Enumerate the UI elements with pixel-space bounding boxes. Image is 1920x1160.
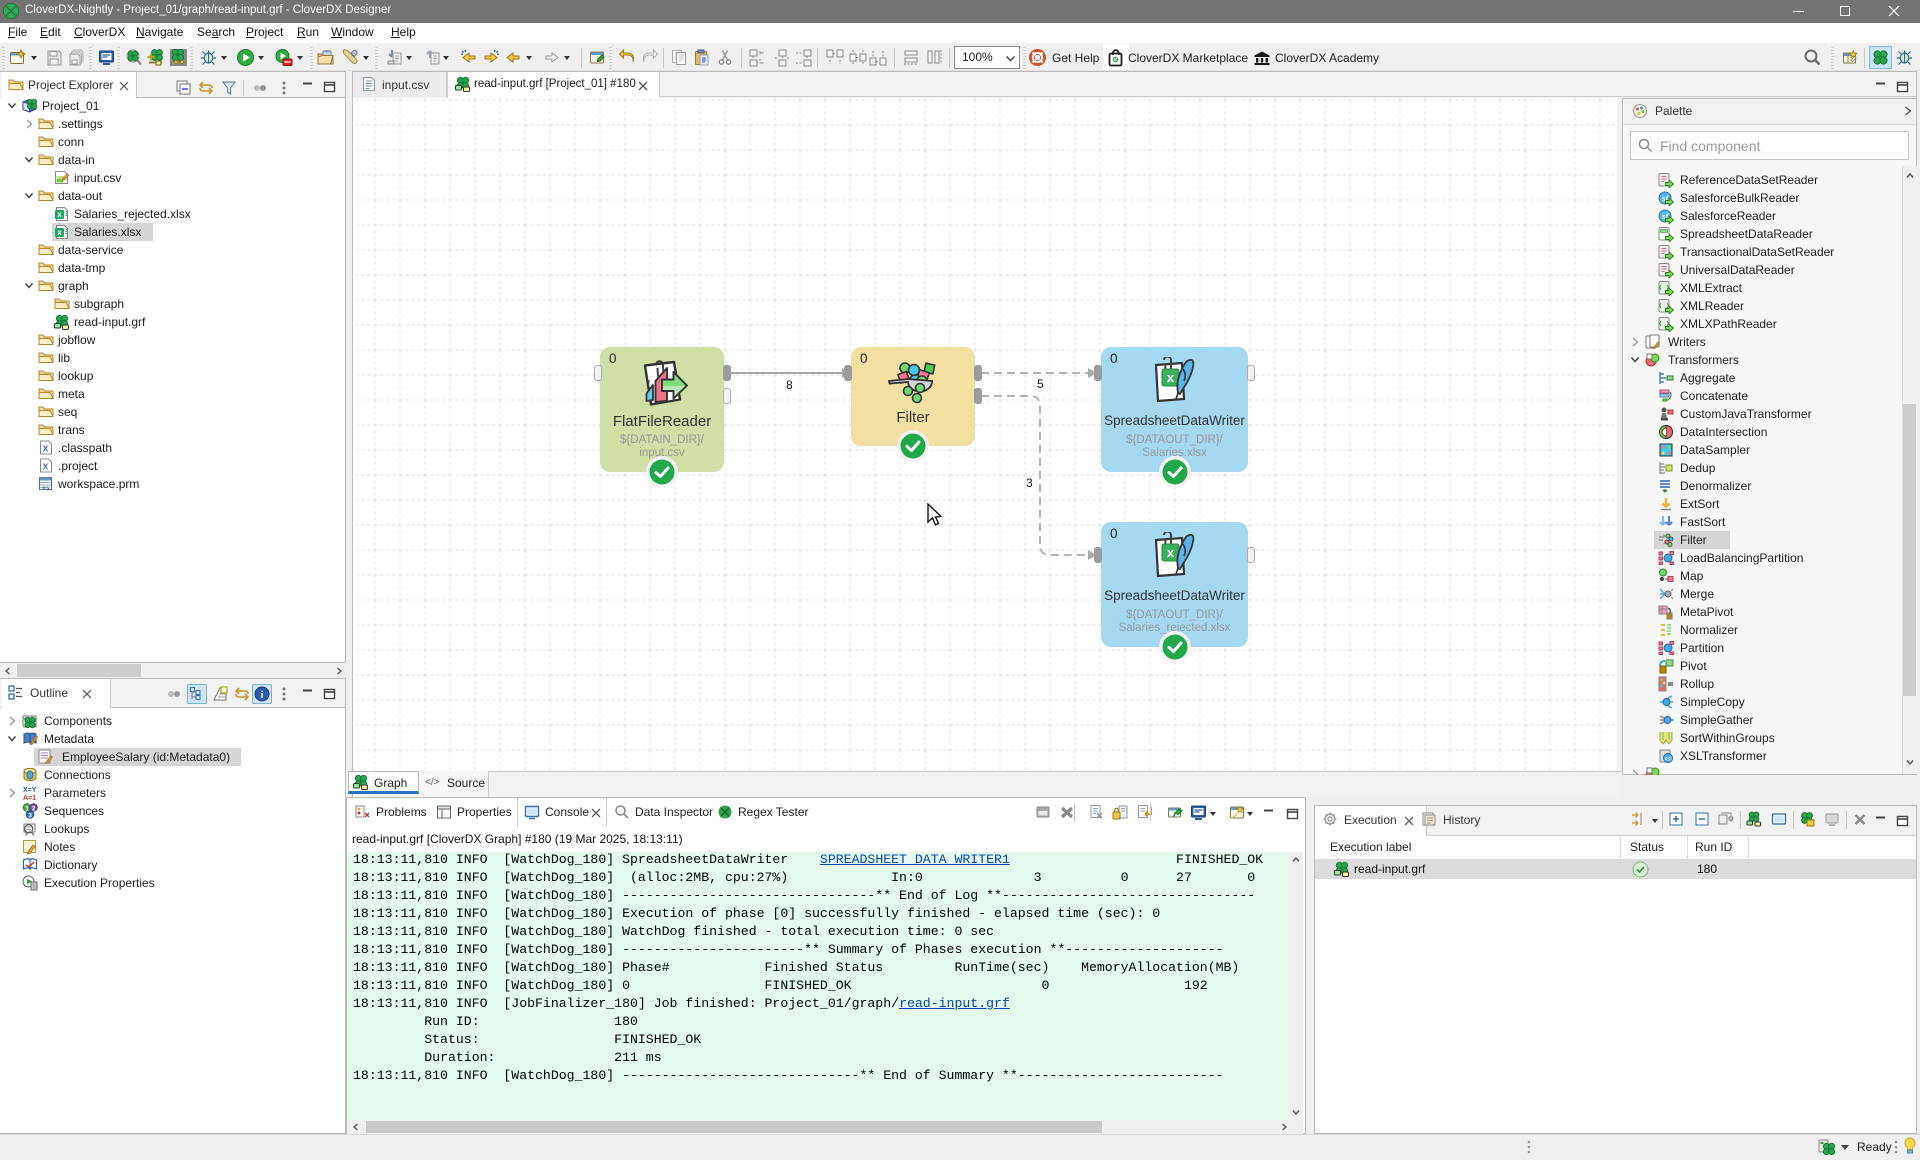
svg-text:X: X <box>43 462 49 472</box>
svg-text:x: x <box>57 210 62 219</box>
svg-text:x:y: x:y <box>43 486 50 492</box>
svg-text:3: 3 <box>28 812 32 819</box>
svg-text:X: X <box>43 444 49 454</box>
svg-text:x: x <box>1167 545 1175 560</box>
svg-text:x: x <box>57 228 62 237</box>
svg-text:xsl: xsl <box>1664 757 1671 763</box>
svg-text:A=1: A=1 <box>23 795 36 801</box>
svg-text:x: x <box>1167 370 1175 385</box>
svg-text:i: i <box>261 690 264 701</box>
svg-text:X=Y: X=Y <box>23 787 37 794</box>
